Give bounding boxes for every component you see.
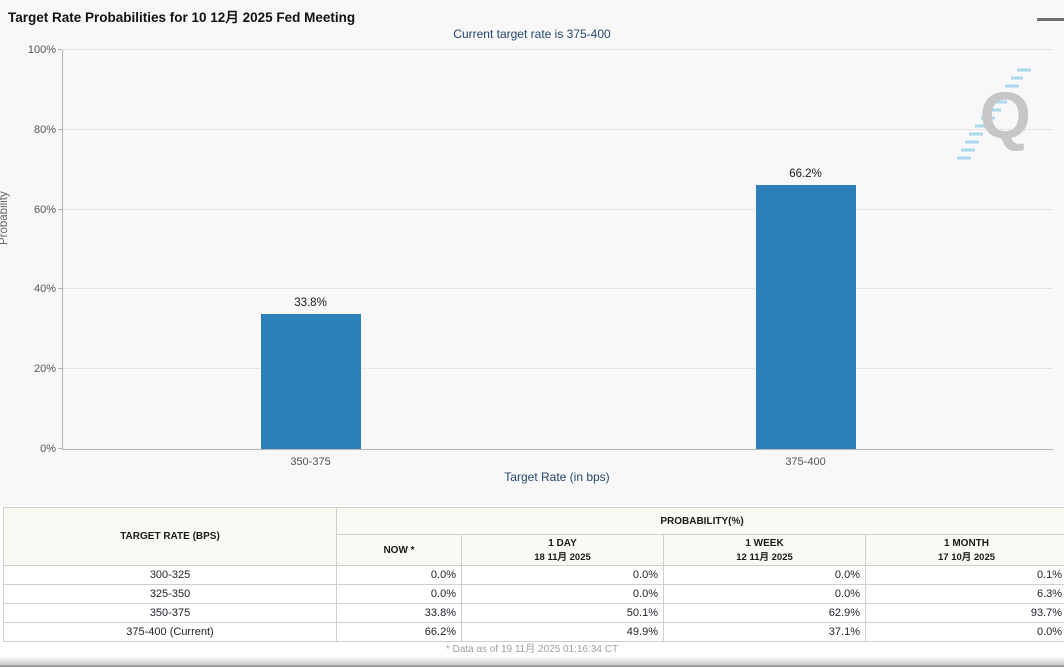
week-value: 62.9% bbox=[664, 604, 866, 623]
probability-bar[interactable] bbox=[261, 314, 361, 449]
col-label: 1 DAY bbox=[548, 538, 577, 549]
week-value: 0.0% bbox=[664, 566, 866, 585]
week-value: 0.0% bbox=[664, 585, 866, 604]
month-value: 6.3% bbox=[866, 585, 1064, 604]
y-tick-label: 40% bbox=[0, 283, 56, 295]
x-tick-label: 350-375 bbox=[63, 456, 558, 468]
bar-value-label: 66.2% bbox=[558, 168, 1053, 180]
group-header-probability: PROBABILITY(%) bbox=[337, 508, 1064, 535]
col-label: 1 MONTH bbox=[944, 538, 989, 549]
col-label: NOW * bbox=[383, 545, 414, 556]
y-axis-labels: 0%20%40%60%80%100% bbox=[0, 50, 56, 449]
col-header-1week: 1 WEEK 12 11月 2025 bbox=[664, 535, 866, 566]
day-value: 0.0% bbox=[462, 585, 664, 604]
rate-label: 300-325 bbox=[4, 566, 337, 585]
data-as-of-note: * Data as of 19 11月 2025 01:16:34 CT bbox=[0, 642, 1064, 657]
bottom-scrollbar-track[interactable] bbox=[0, 657, 1064, 667]
now-value: 0.0% bbox=[337, 585, 462, 604]
table-row: 375-400 (Current) 66.2% 49.9% 37.1% 0.0% bbox=[4, 623, 1064, 642]
rate-label: 350-375 bbox=[4, 604, 337, 623]
col-date: 18 11月 2025 bbox=[467, 549, 658, 563]
plot-area: Q 33.8%350-37566.2%375-400 bbox=[62, 50, 1053, 450]
col-header-target-rate: TARGET RATE (BPS) bbox=[4, 508, 337, 566]
month-value: 0.0% bbox=[866, 623, 1064, 642]
probability-table-section: TARGET RATE (BPS) PROBABILITY(%) NOW * 1… bbox=[0, 505, 1064, 642]
col-date: 12 11月 2025 bbox=[669, 549, 860, 563]
x-axis-title: Target Rate (in bps) bbox=[62, 470, 1052, 484]
bar-value-label: 33.8% bbox=[63, 297, 558, 309]
bar-slot: 66.2%375-400 bbox=[558, 50, 1053, 449]
page-title: Target Rate Probabilities for 10 12月 202… bbox=[8, 6, 355, 26]
table-row: 350-375 33.8% 50.1% 62.9% 93.7% bbox=[4, 604, 1064, 623]
y-tick-label: 0% bbox=[0, 443, 56, 455]
chart-section: Target Rate Probabilities for 10 12月 202… bbox=[0, 0, 1064, 505]
rate-label: 375-400 (Current) bbox=[4, 623, 337, 642]
month-value: 0.1% bbox=[866, 566, 1064, 585]
bar-slot: 33.8%350-375 bbox=[63, 50, 558, 449]
now-value: 33.8% bbox=[337, 604, 462, 623]
now-value: 0.0% bbox=[337, 566, 462, 585]
y-tick-label: 80% bbox=[0, 124, 56, 136]
hamburger-menu-icon[interactable] bbox=[1028, 8, 1046, 23]
y-tick-label: 100% bbox=[0, 44, 56, 56]
probability-bar[interactable] bbox=[756, 185, 856, 449]
week-value: 37.1% bbox=[664, 623, 866, 642]
y-tick-label: 60% bbox=[0, 204, 56, 216]
chart-subtitle: Current target rate is 375-400 bbox=[0, 27, 1064, 41]
col-date: 17 10月 2025 bbox=[871, 549, 1062, 563]
y-tick-label: 20% bbox=[0, 363, 56, 375]
col-label: 1 WEEK bbox=[745, 538, 783, 549]
col-header-1day: 1 DAY 18 11月 2025 bbox=[462, 535, 664, 566]
day-value: 49.9% bbox=[462, 623, 664, 642]
x-tick-label: 375-400 bbox=[558, 456, 1053, 468]
col-header-1month: 1 MONTH 17 10月 2025 bbox=[866, 535, 1064, 566]
month-value: 93.7% bbox=[866, 604, 1064, 623]
table-row: 325-350 0.0% 0.0% 0.0% 6.3% bbox=[4, 585, 1064, 604]
probability-table: TARGET RATE (BPS) PROBABILITY(%) NOW * 1… bbox=[3, 507, 1064, 642]
menu-bar bbox=[1037, 18, 1064, 21]
col-header-now: NOW * bbox=[337, 535, 462, 566]
rate-label: 325-350 bbox=[4, 585, 337, 604]
day-value: 0.0% bbox=[462, 566, 664, 585]
now-value: 66.2% bbox=[337, 623, 462, 642]
day-value: 50.1% bbox=[462, 604, 664, 623]
table-row: 300-325 0.0% 0.0% 0.0% 0.1% bbox=[4, 566, 1064, 585]
